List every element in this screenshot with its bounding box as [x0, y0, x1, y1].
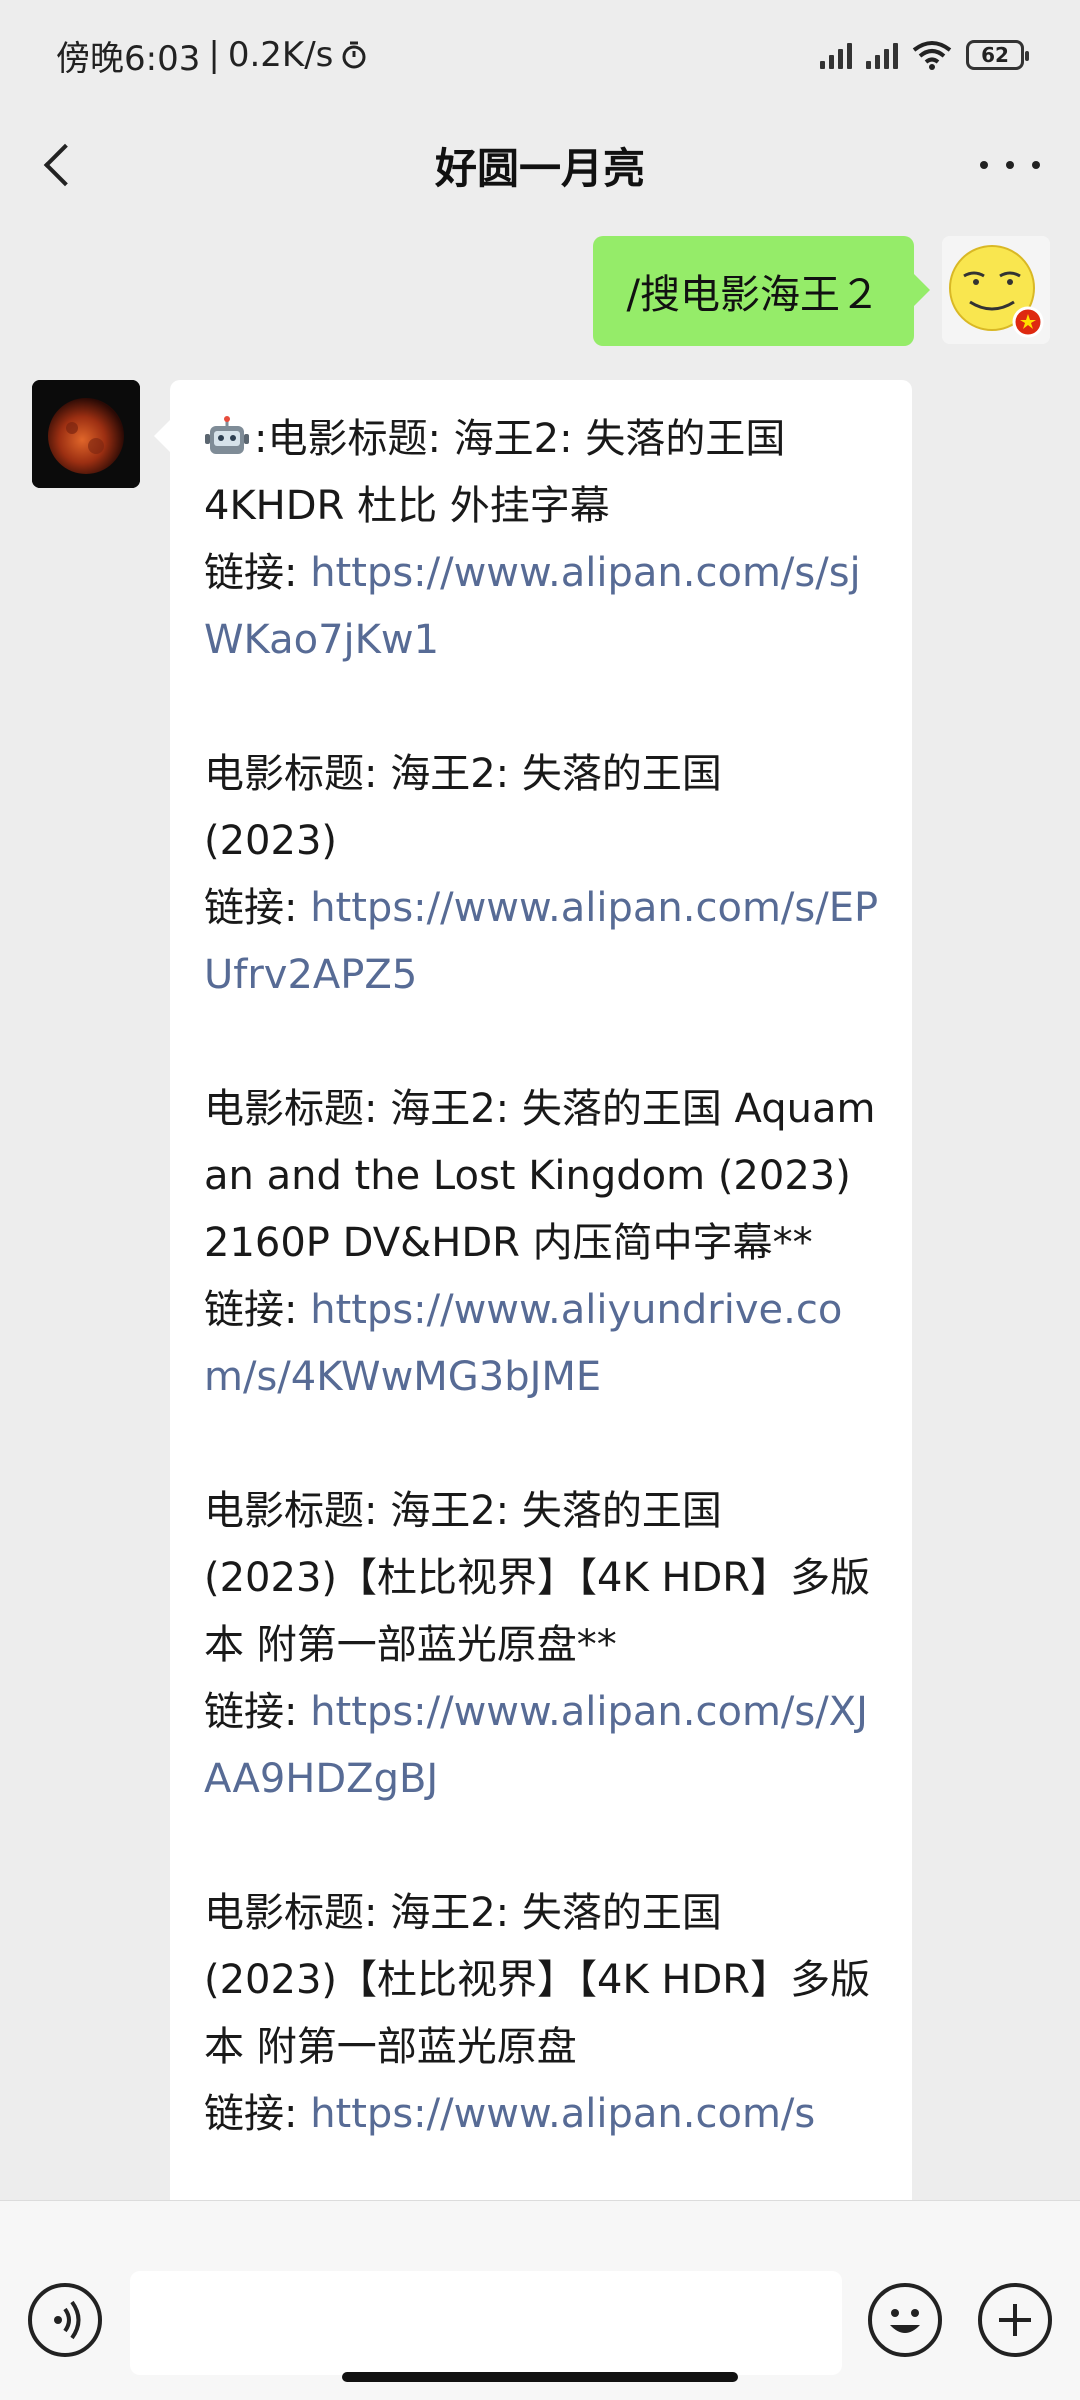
link-label: 链接:: [204, 1287, 311, 1333]
result-subtitle: 4KHDR 杜比 外挂字幕: [204, 483, 610, 529]
result-title: 电影标题: 海王2: 失落的王国: [204, 1488, 722, 1534]
result-title: 电影标题: 海王2: 失落的王国: [204, 751, 722, 797]
my-avatar[interactable]: [942, 236, 1050, 344]
input-bar: [0, 2200, 1080, 2400]
sent-message-text: /搜电影海王２: [626, 272, 880, 318]
add-button[interactable]: [978, 2283, 1052, 2357]
status-bar: 傍晚6:03 | 0.2K/s 62: [0, 0, 1080, 110]
result-link-row: 链接: https://www.aliyundrive.com/s/4KWwMG…: [204, 1277, 880, 1411]
link-label: 链接:: [204, 550, 311, 596]
status-right: 62: [820, 40, 1029, 70]
plus-icon: [999, 2304, 1031, 2336]
voice-icon: [54, 2300, 81, 2340]
result-link-row: 链接: https://www.alipan.com/s/XJAA9HDZgBJ: [204, 1679, 880, 1813]
result-entry: 电影标题: 海王2: 失落的王国 (2023)【杜比视界】【4K HDR】多版本…: [204, 1478, 880, 1813]
signal-icon: [866, 41, 898, 69]
voice-button[interactable]: [28, 2283, 102, 2357]
result-title: 电影标题: 海王2: 失落的王国: [204, 1890, 722, 1936]
robot-icon: [205, 416, 249, 454]
result-subtitle: (2023)【杜比视界】【4K HDR】多版本 附第一部蓝光原盘**: [204, 1555, 871, 1668]
bot-avatar[interactable]: [32, 380, 140, 488]
result-entry: 电影标题: 海王2: 失落的王国 Aquaman and the Lost Ki…: [204, 1076, 880, 1411]
result-link-row: 链接: https://www.alipan.com/s: [204, 2081, 880, 2148]
more-button[interactable]: [980, 150, 1040, 180]
emoji-button[interactable]: [868, 2283, 942, 2357]
result-entry: 电影标题: 海王2: 失落的王国 (2023)【杜比视界】【4K HDR】多版本…: [204, 1880, 880, 2148]
moon-avatar-icon: [32, 380, 140, 488]
link-label: 链接:: [204, 2091, 311, 2137]
message-input[interactable]: [130, 2271, 842, 2375]
result-entry: :电影标题: 海王2: 失落的王国 4KHDR 杜比 外挂字幕 链接: http…: [204, 406, 880, 674]
smiley-avatar-icon: [942, 236, 1050, 344]
chat-title: 好圆一月亮: [434, 143, 645, 193]
result-subtitle: (2023)【杜比视界】【4K HDR】多版本 附第一部蓝光原盘: [204, 1957, 871, 2070]
status-time: 傍晚6:03: [56, 38, 201, 79]
wifi-icon: [912, 41, 952, 70]
home-indicator[interactable]: [342, 2372, 738, 2382]
result-link-row: 链接: https://www.alipan.com/s/sjWKao7jKw1: [204, 540, 880, 674]
result-title: :电影标题: 海王2: 失落的王国: [204, 406, 880, 473]
chat-area[interactable]: /搜电影海王２:电影标题: 海王2: 失落的王国 4KHDR 杜比 外挂字幕 …: [0, 220, 1080, 2200]
result-entry: 电影标题: 海王2: 失落的王国 (2023) 链接: https://www.…: [204, 741, 880, 1009]
result-link[interactable]: https://www.alipan.com/s: [310, 2091, 815, 2137]
battery-icon: 62: [966, 40, 1029, 70]
sent-message-bubble[interactable]: /搜电影海王２: [592, 236, 931, 346]
chat-header: 好圆一月亮: [0, 110, 1080, 220]
received-message-bubble[interactable]: :电影标题: 海王2: 失落的王国 4KHDR 杜比 外挂字幕 链接: http…: [154, 380, 912, 2200]
link-label: 链接:: [204, 885, 311, 931]
more-dots-icon: [980, 161, 988, 169]
battery-level: 62: [981, 43, 1009, 67]
emoji-icon: [890, 2309, 920, 2333]
status-left: 傍晚6:03 | 0.2K/s: [56, 31, 367, 80]
status-separator: |: [208, 35, 220, 75]
result-link-row: 链接: https://www.alipan.com/s/EPUfrv2APZ5: [204, 875, 880, 1009]
alarm-icon: [342, 41, 366, 69]
signal-icon: [820, 41, 852, 69]
back-button[interactable]: [30, 135, 90, 195]
link-label: 链接:: [204, 1689, 311, 1735]
result-title: 电影标题: 海王2: 失落的王国 Aquaman and the Lost Ki…: [204, 1086, 876, 1266]
network-speed: 0.2K/s: [227, 35, 334, 75]
result-subtitle: (2023): [204, 818, 338, 864]
